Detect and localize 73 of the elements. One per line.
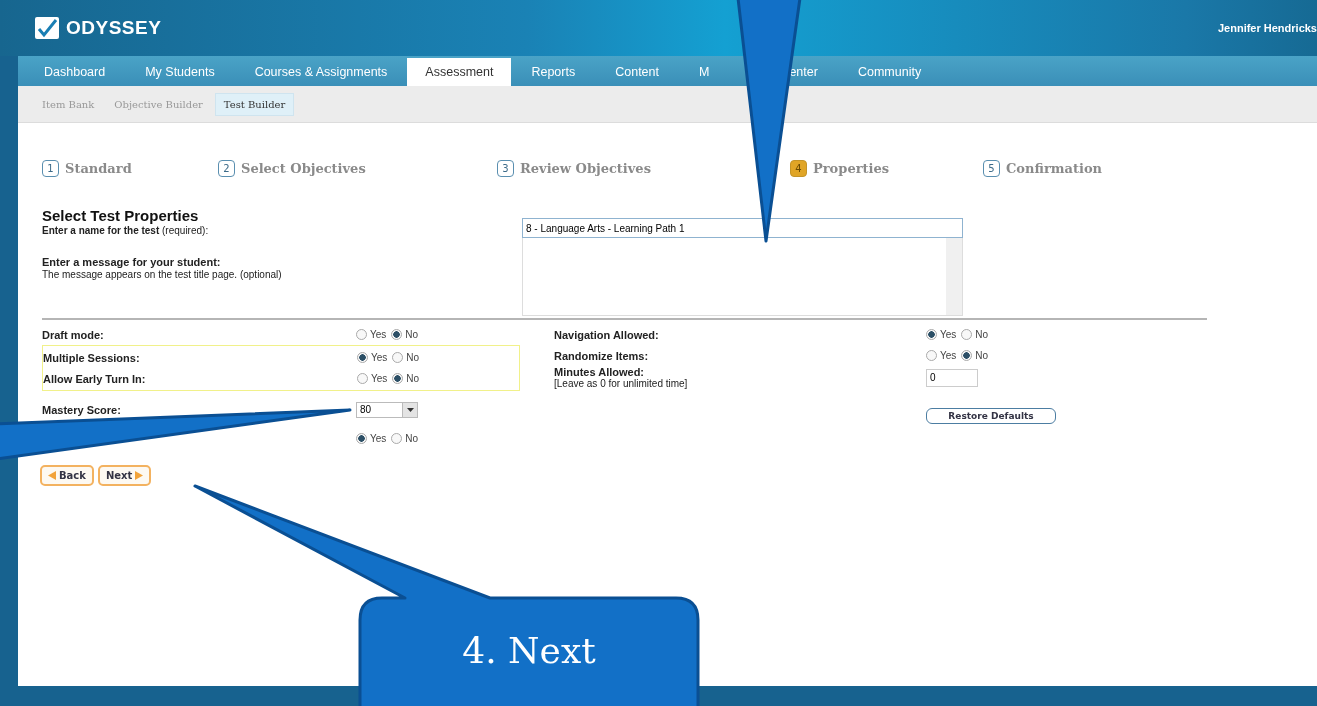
- radio-button[interactable]: [926, 350, 937, 361]
- radio-label: No: [406, 352, 420, 363]
- radio-button[interactable]: [961, 329, 973, 340]
- step-label: Properties: [813, 160, 890, 176]
- radio-label: No: [405, 433, 419, 444]
- radio-label: No: [406, 373, 420, 384]
- radio-label: Yes: [940, 350, 957, 361]
- option-label: Mastery Score:: [42, 403, 122, 416]
- message-label: Enter a message for your student:: [42, 256, 222, 268]
- nav-tab[interactable]: Dashboard: [24, 58, 126, 86]
- name-label: Enter a name for the test (required):: [42, 225, 210, 236]
- radio-label: Yes: [370, 329, 387, 340]
- next-button[interactable]: Next: [97, 465, 152, 486]
- subnav-tab[interactable]: Item Bank: [34, 93, 103, 115]
- option-label: Allow Early Turn In:: [43, 372, 147, 385]
- step-number: 5: [983, 159, 1000, 177]
- step-label: Confirmation: [1006, 160, 1102, 176]
- radio-button[interactable]: [357, 352, 368, 363]
- back-button[interactable]: Back: [40, 465, 94, 486]
- radio-label: No: [405, 329, 419, 340]
- nav-tab[interactable]: Assessment: [407, 58, 512, 86]
- restore-defaults-button[interactable]: Restore Defaults: [926, 407, 1056, 424]
- step-label: Select Objectives: [241, 160, 366, 176]
- radio-label: Yes: [371, 373, 388, 384]
- radio-label: Yes: [940, 329, 957, 340]
- minutes-input-field[interactable]: 0: [926, 368, 978, 387]
- radio-button[interactable]: [392, 352, 404, 363]
- score-dropdown[interactable]: 80: [356, 401, 418, 418]
- option-label: Multiple Sessions:: [43, 351, 141, 364]
- radio-label: Yes: [370, 433, 387, 444]
- nav-tab-text[interactable]: enter: [789, 65, 818, 79]
- option-label: Randomize Items:: [554, 349, 650, 362]
- radio-button[interactable]: [356, 329, 367, 340]
- option-label: Navigation Allowed:: [554, 328, 660, 341]
- radio-button[interactable]: [391, 329, 403, 340]
- radio-button[interactable]: [392, 373, 404, 384]
- left-triangle-icon: [48, 471, 56, 480]
- logo-icon: [34, 16, 60, 40]
- subnav-tab[interactable]: Objective Builder: [106, 93, 211, 115]
- callout-text: 4. Next: [462, 630, 596, 671]
- nav-tab[interactable]: Community: [837, 58, 942, 86]
- radio-button[interactable]: [961, 350, 973, 361]
- message-text-area[interactable]: [522, 238, 963, 316]
- scrollbar[interactable]: [946, 238, 962, 315]
- radio-button[interactable]: [356, 433, 367, 444]
- nav-tab-text[interactable]: M: [699, 65, 710, 79]
- radio-label: No: [975, 329, 989, 340]
- step-number: 2: [218, 159, 235, 177]
- message-hint: The message appears on the test title page. (optional): [42, 269, 283, 280]
- nav-tab[interactable]: My Students: [125, 58, 235, 86]
- option-label: Draft mode:: [42, 328, 105, 341]
- option-hint: [Leave as 0 for unlimited time]: [554, 378, 689, 389]
- user-name[interactable]: Jennifer Hendricks: [1217, 22, 1317, 34]
- right-triangle-icon: [135, 471, 144, 480]
- nav-tab[interactable]: Courses & Assignments: [234, 58, 408, 86]
- form-title: Select Test Properties: [42, 207, 200, 224]
- radio-button[interactable]: [391, 433, 403, 444]
- radio-label: No: [975, 350, 989, 361]
- step-number: 3: [497, 159, 514, 177]
- nav-tab[interactable]: Reports: [511, 58, 596, 86]
- step-number: 4: [790, 159, 807, 177]
- radio-label: Yes: [371, 352, 388, 363]
- brand-name: ODYSSEY: [66, 17, 162, 39]
- dropdown-arrow-icon: [406, 407, 414, 412]
- step-label: Standard: [65, 160, 132, 176]
- step-number: 1: [42, 159, 59, 177]
- subnav-tab[interactable]: Test Builder: [214, 92, 295, 116]
- nav-tab[interactable]: Content: [595, 58, 679, 86]
- name-input-field[interactable]: 8 - Language Arts - Learning Path 1: [522, 218, 963, 238]
- option-label: Minutes Allowed:: [554, 366, 646, 378]
- step-label: Review Objectives: [520, 160, 651, 176]
- radio-button[interactable]: [357, 373, 368, 384]
- radio-button[interactable]: [926, 329, 937, 340]
